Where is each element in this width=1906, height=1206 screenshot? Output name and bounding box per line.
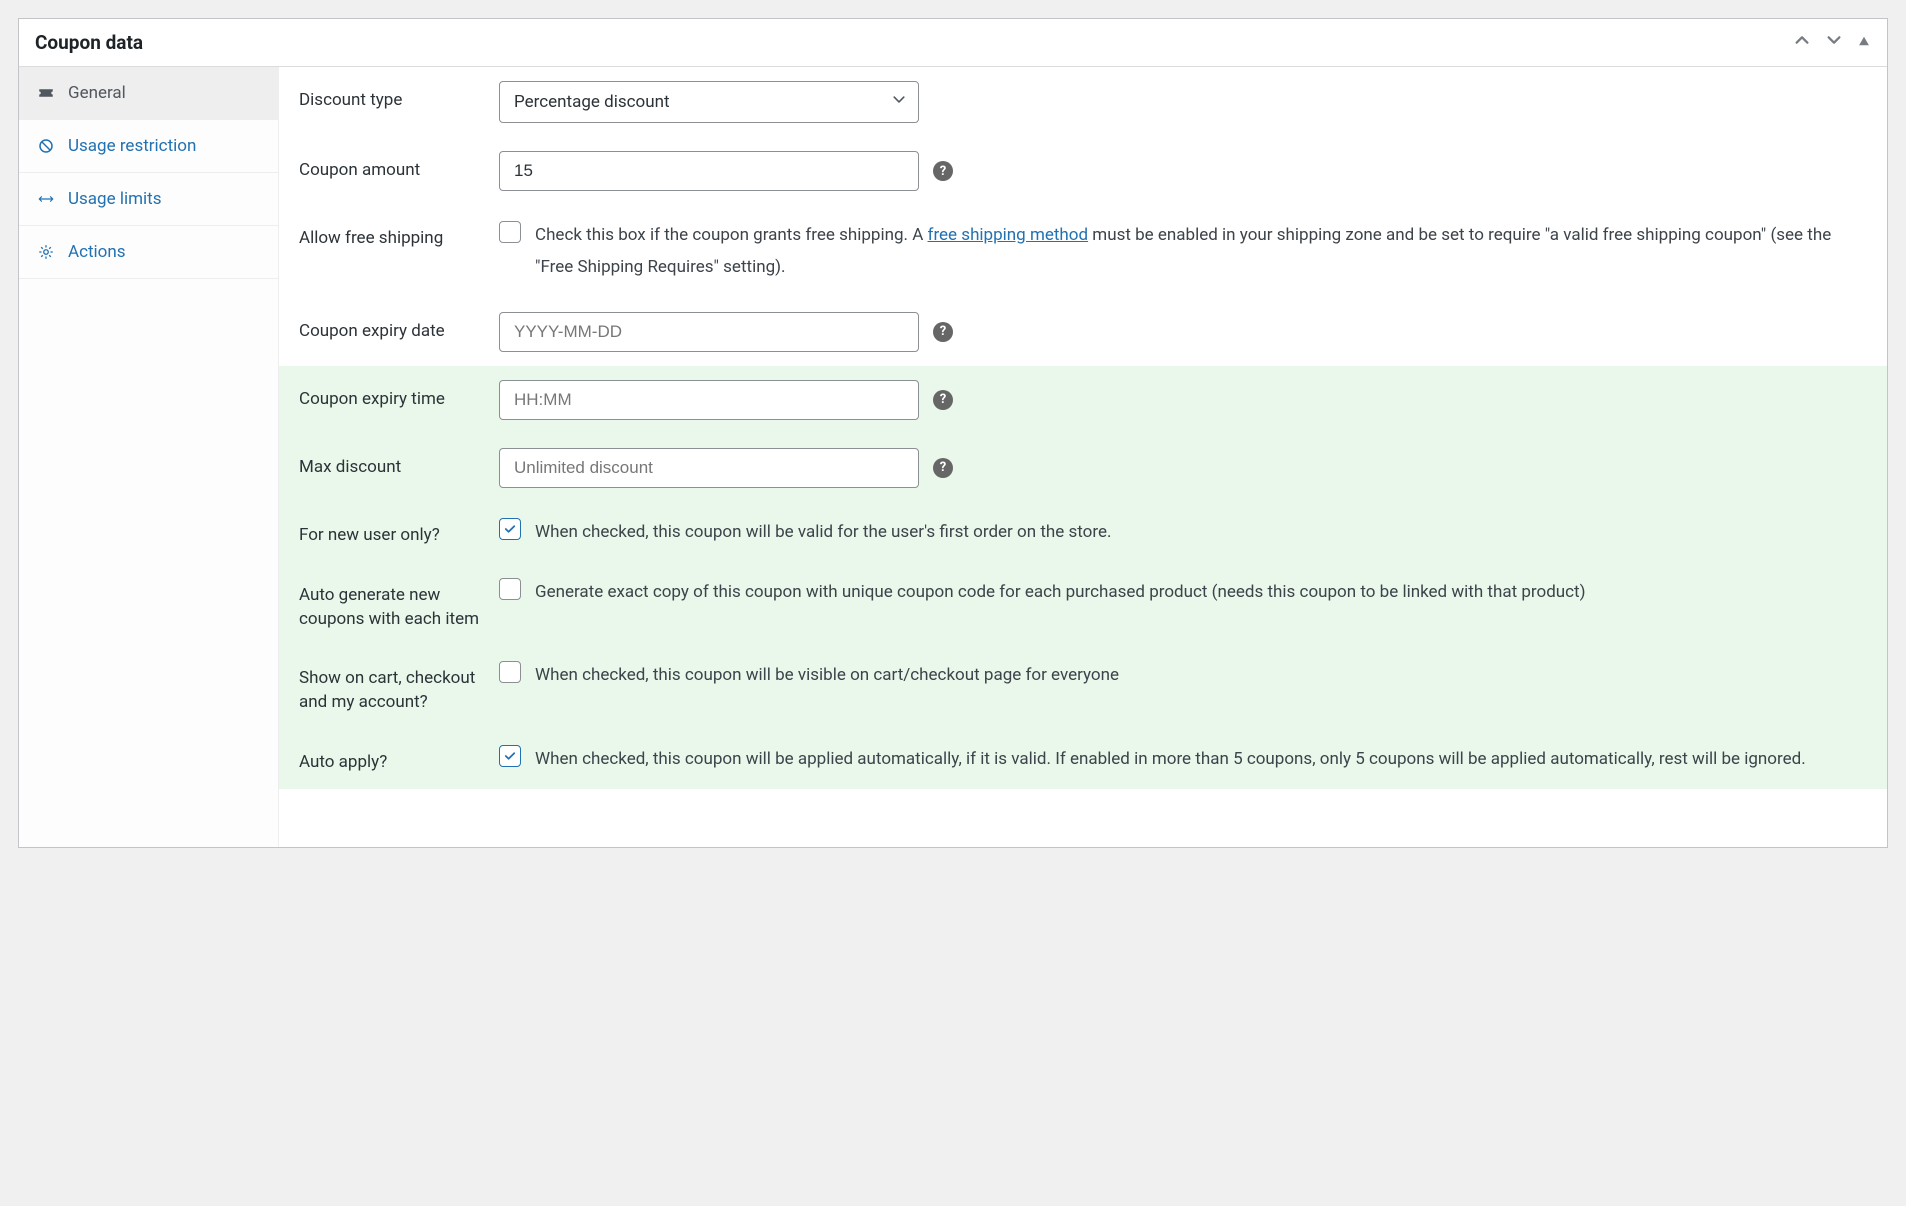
discount-type-selected: Percentage discount	[499, 81, 919, 123]
label-expiry-date: Coupon expiry date	[299, 312, 499, 344]
show-on-cart-desc: When checked, this coupon will be visibl…	[535, 659, 1119, 691]
auto-generate-desc: Generate exact copy of this coupon with …	[535, 576, 1586, 608]
free-shipping-desc: Check this box if the coupon grants free…	[535, 219, 1867, 284]
label-show-on-cart: Show on cart, checkout and my account?	[299, 659, 499, 715]
move-up-icon[interactable]	[1793, 31, 1811, 54]
row-discount-type: Discount type Percentage discount	[279, 67, 1887, 137]
gear-icon	[37, 243, 55, 261]
label-coupon-amount: Coupon amount	[299, 151, 499, 183]
row-auto-generate: Auto generate new coupons with each item…	[279, 562, 1887, 646]
form-content: Discount type Percentage discount Coupon…	[279, 67, 1887, 847]
help-icon[interactable]: ?	[933, 322, 953, 342]
discount-type-select[interactable]: Percentage discount	[499, 81, 919, 123]
auto-apply-desc: When checked, this coupon will be applie…	[535, 743, 1806, 775]
tab-usage-restriction[interactable]: Usage restriction	[19, 120, 278, 173]
ban-icon	[37, 137, 55, 155]
label-max-discount: Max discount	[299, 448, 499, 480]
auto-generate-checkbox[interactable]	[499, 578, 521, 600]
move-down-icon[interactable]	[1825, 31, 1843, 54]
tab-general[interactable]: General	[19, 67, 278, 120]
label-auto-apply: Auto apply?	[299, 743, 499, 775]
tab-label: General	[68, 83, 126, 103]
help-icon[interactable]: ?	[933, 390, 953, 410]
tab-label: Actions	[68, 242, 126, 262]
row-expiry-date: Coupon expiry date ?	[279, 298, 1887, 366]
tab-label: Usage restriction	[68, 136, 196, 156]
toggle-panel-icon[interactable]	[1857, 32, 1871, 53]
row-auto-apply: Auto apply? When checked, this coupon wi…	[279, 729, 1887, 789]
tab-label: Usage limits	[68, 189, 161, 209]
label-new-user-only: For new user only?	[299, 516, 499, 548]
panel-title: Coupon data	[35, 31, 143, 54]
label-free-shipping: Allow free shipping	[299, 219, 499, 251]
auto-apply-checkbox[interactable]	[499, 745, 521, 767]
help-icon[interactable]: ?	[933, 458, 953, 478]
max-discount-input[interactable]	[499, 448, 919, 488]
row-show-on-cart: Show on cart, checkout and my account? W…	[279, 645, 1887, 729]
panel-header-controls	[1793, 31, 1871, 54]
row-expiry-time: Coupon expiry time ?	[279, 366, 1887, 434]
expiry-date-input[interactable]	[499, 312, 919, 352]
row-new-user-only: For new user only? When checked, this co…	[279, 502, 1887, 562]
coupon-data-panel: Coupon data General	[18, 18, 1888, 848]
panel-header: Coupon data	[19, 19, 1887, 67]
row-coupon-amount: Coupon amount ?	[279, 137, 1887, 205]
coupon-amount-input[interactable]	[499, 151, 919, 191]
sidebar-tabs: General Usage restriction Usage limits A…	[19, 67, 279, 847]
row-free-shipping: Allow free shipping Check this box if th…	[279, 205, 1887, 298]
new-user-only-checkbox[interactable]	[499, 518, 521, 540]
free-shipping-checkbox[interactable]	[499, 221, 521, 243]
tab-actions[interactable]: Actions	[19, 226, 278, 279]
help-icon[interactable]: ?	[933, 161, 953, 181]
label-auto-generate: Auto generate new coupons with each item	[299, 576, 499, 632]
free-shipping-desc-pre: Check this box if the coupon grants free…	[535, 225, 928, 245]
label-discount-type: Discount type	[299, 81, 499, 113]
ticket-icon	[37, 84, 55, 102]
free-shipping-method-link[interactable]: free shipping method	[928, 225, 1089, 245]
show-on-cart-checkbox[interactable]	[499, 661, 521, 683]
label-expiry-time: Coupon expiry time	[299, 380, 499, 412]
new-user-only-desc: When checked, this coupon will be valid …	[535, 516, 1111, 548]
panel-body: General Usage restriction Usage limits A…	[19, 67, 1887, 847]
tab-usage-limits[interactable]: Usage limits	[19, 173, 278, 226]
row-max-discount: Max discount ?	[279, 434, 1887, 502]
expiry-time-input[interactable]	[499, 380, 919, 420]
arrows-horizontal-icon	[37, 190, 55, 208]
